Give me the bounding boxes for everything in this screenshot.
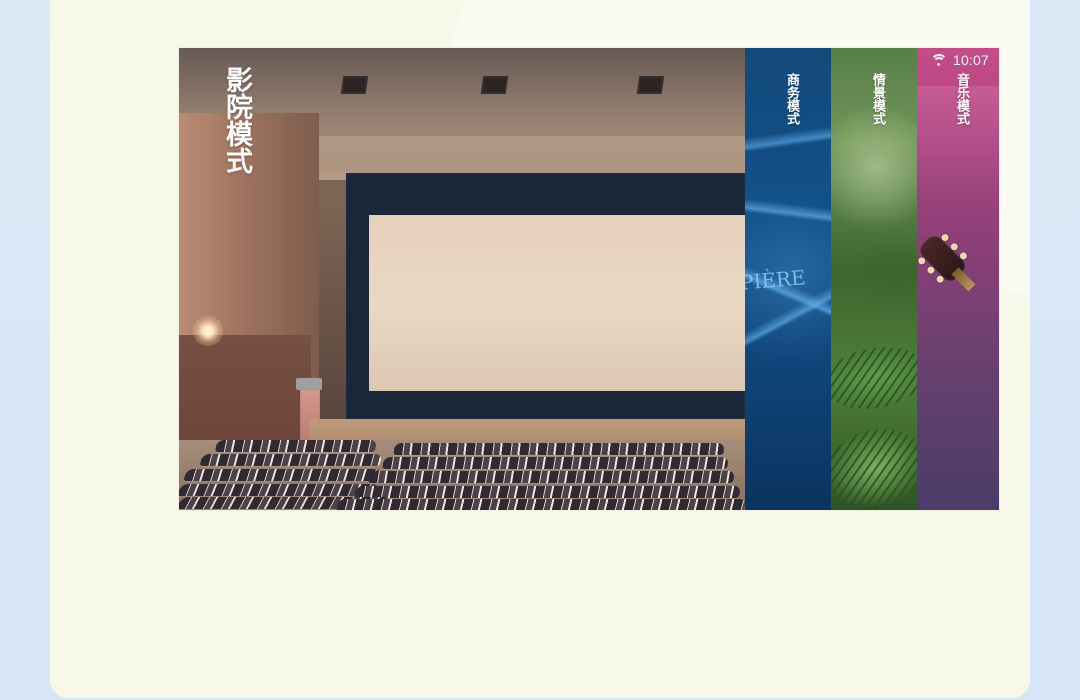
music-mode-title: 音乐模式 bbox=[954, 73, 969, 125]
scene-blur bbox=[851, 228, 917, 328]
business-mode-title: 商务模式 bbox=[784, 73, 799, 125]
pine-branch-icon bbox=[831, 339, 917, 417]
cinema-screen bbox=[369, 215, 745, 391]
cinema-mode-panel[interactable]: 影院模式 bbox=[179, 48, 745, 510]
cinema-seating-area bbox=[179, 440, 745, 510]
guitar-neck bbox=[951, 267, 976, 292]
seat-row bbox=[183, 469, 382, 481]
wifi-icon bbox=[932, 53, 946, 67]
pine-branch-icon bbox=[831, 418, 917, 510]
mode-selector-screen: 影院模式 PIÈRE 商务模式 情景模式 音乐模式 10:07 bbox=[179, 48, 999, 510]
seat-row bbox=[335, 499, 745, 510]
guitar-headstock-icon bbox=[917, 221, 992, 306]
status-time: 10:07 bbox=[952, 52, 989, 68]
ceiling-light-icon bbox=[340, 76, 369, 94]
scene-mode-title: 情景模式 bbox=[870, 73, 885, 125]
ceiling-light-icon bbox=[636, 76, 665, 94]
ceiling-light-icon bbox=[480, 76, 509, 94]
seat-row bbox=[179, 484, 380, 496]
wifi-signal-dot bbox=[936, 63, 940, 66]
business-mode-panel[interactable]: PIÈRE 商务模式 bbox=[745, 48, 831, 510]
background-card: 影院模式 PIÈRE 商务模式 情景模式 音乐模式 10:07 bbox=[50, 0, 1030, 698]
music-mode-panel[interactable]: 音乐模式 bbox=[917, 48, 999, 510]
seat-row bbox=[214, 440, 378, 452]
status-bar: 10:07 bbox=[932, 53, 989, 67]
cinema-mode-title: 影院模式 bbox=[221, 66, 252, 174]
wall-lamp-icon bbox=[193, 316, 223, 346]
seat-row bbox=[199, 454, 383, 466]
seat-row bbox=[382, 457, 729, 469]
seat-row bbox=[367, 471, 736, 483]
seat-row bbox=[353, 486, 742, 498]
scene-mode-panel[interactable]: 情景模式 bbox=[831, 48, 917, 510]
seat-row bbox=[393, 443, 725, 455]
